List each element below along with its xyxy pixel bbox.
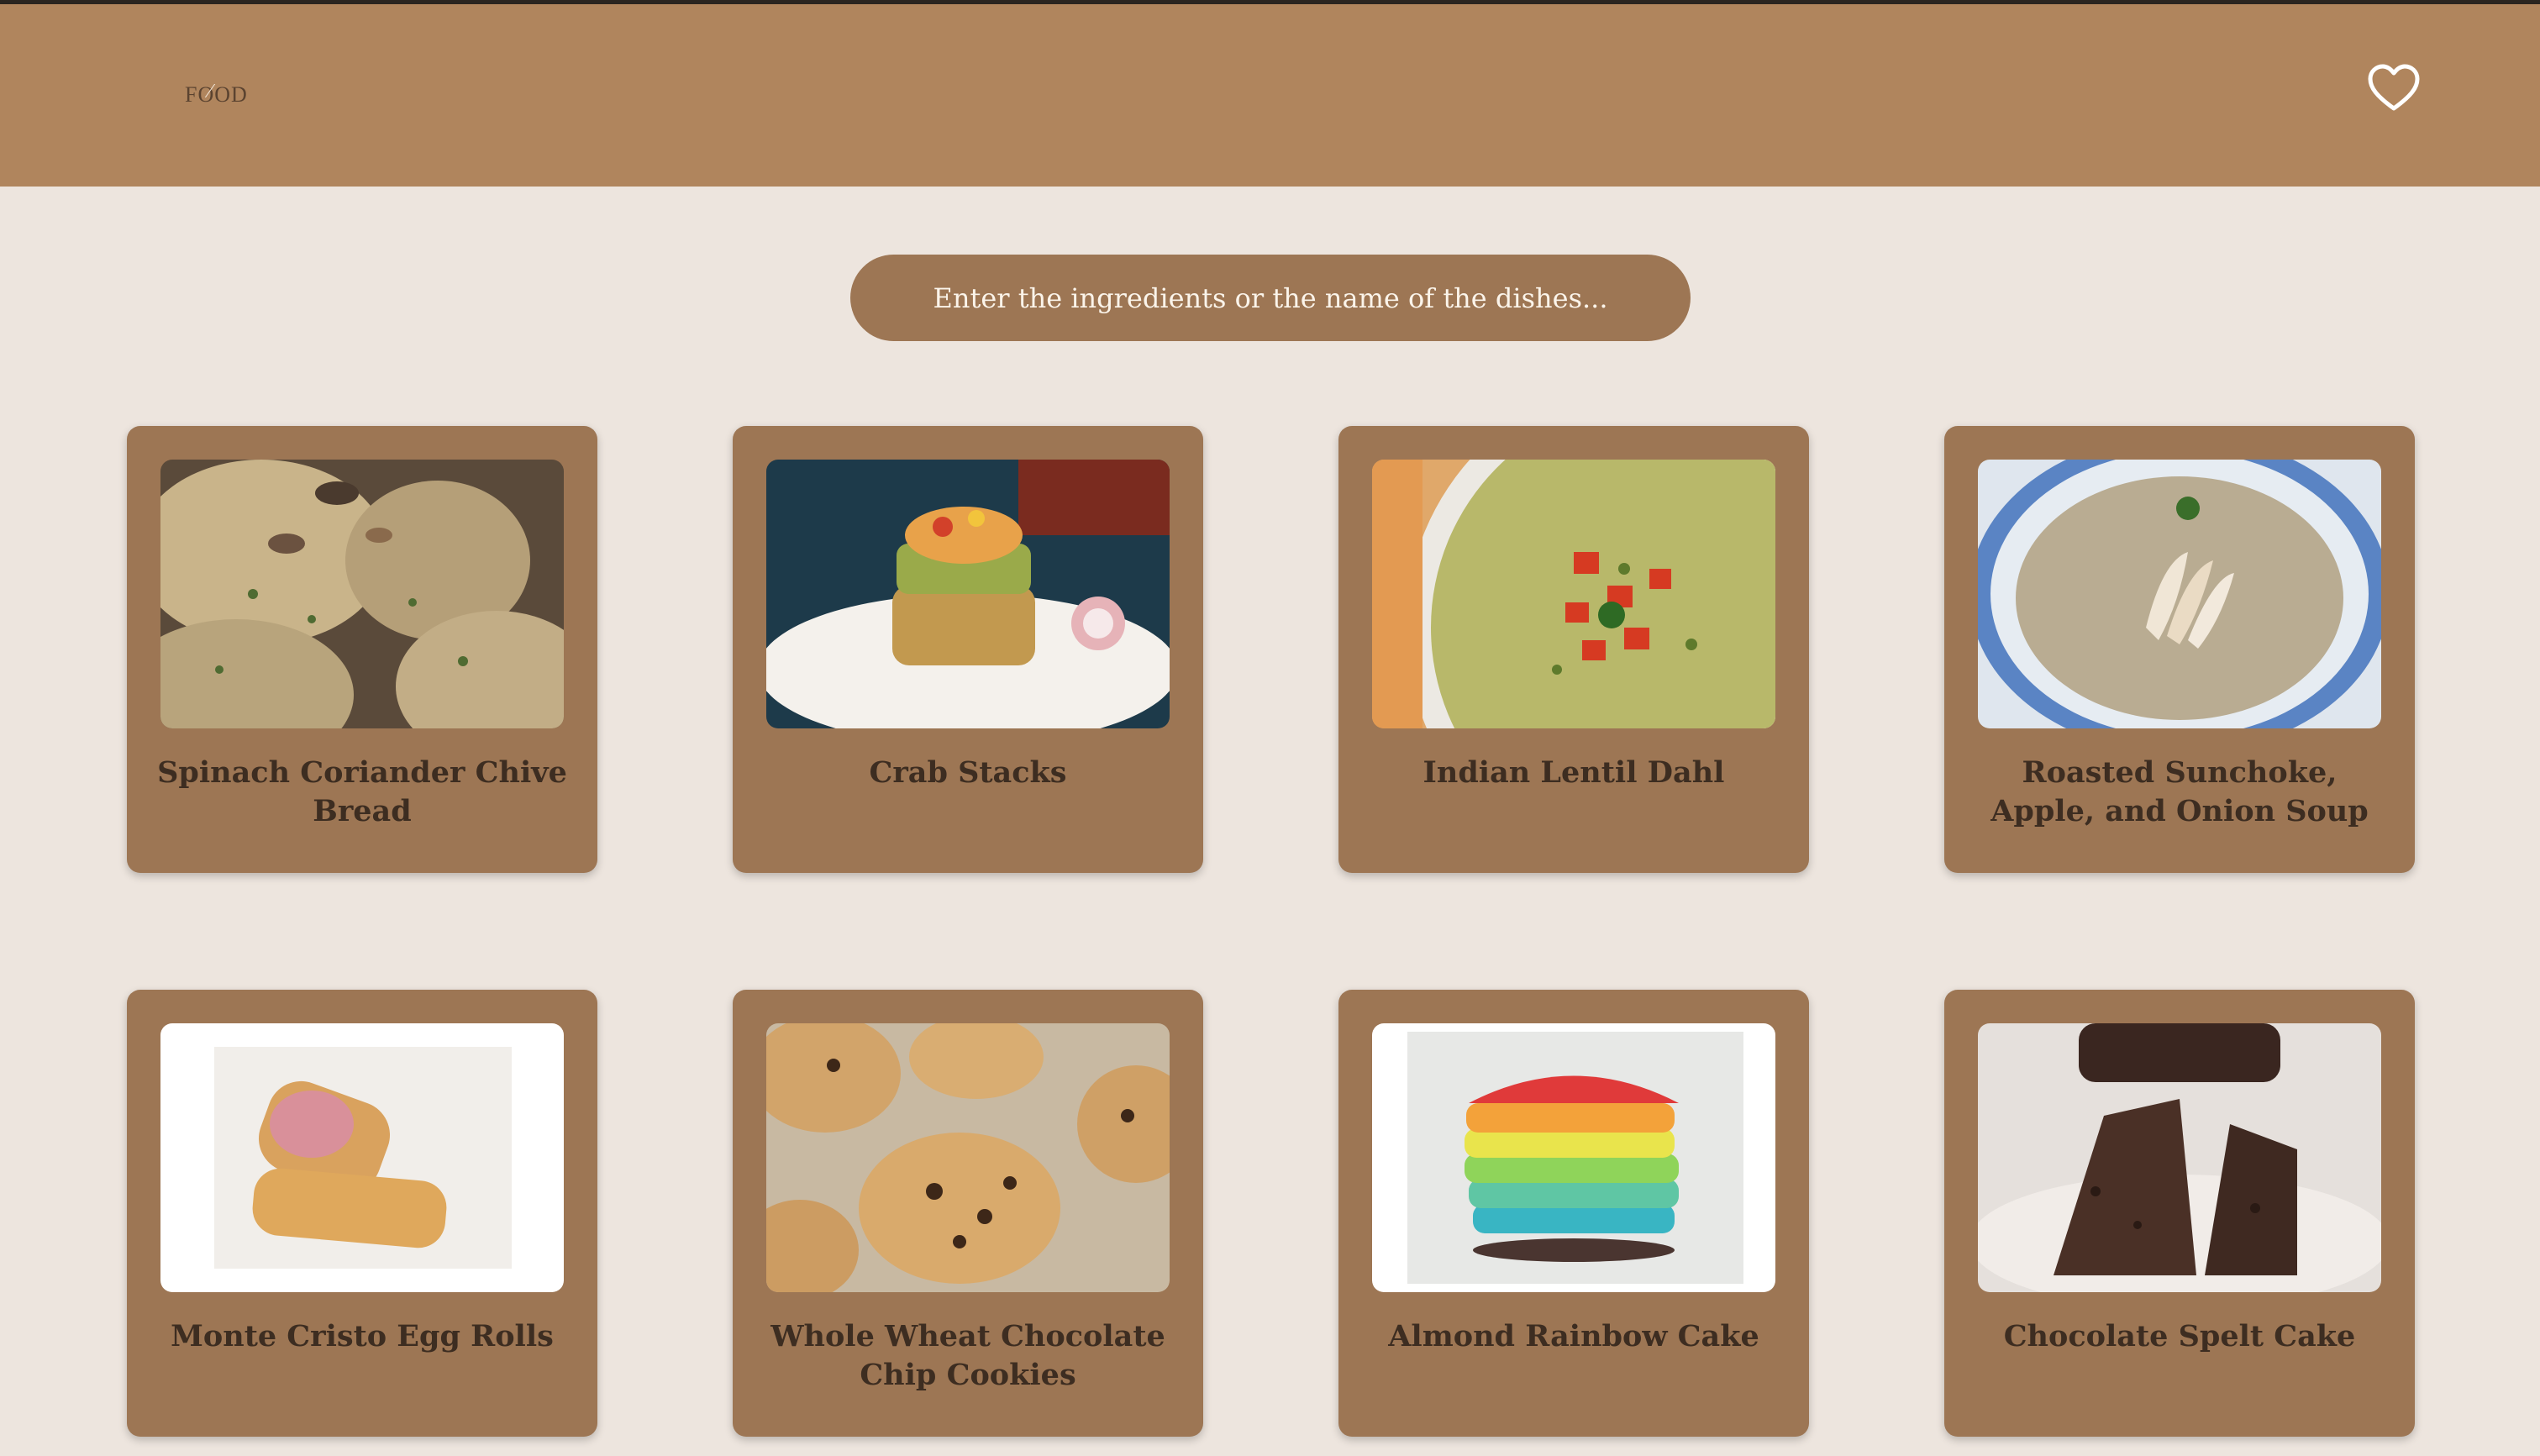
recipe-card[interactable]: Almond Rainbow Cake — [1338, 990, 1809, 1437]
recipe-title: Spinach Coriander Chive Bread — [157, 755, 567, 828]
logo-mark-icon: ⁄ — [208, 81, 213, 102]
recipe-title: Monte Cristo Egg Rolls — [171, 1319, 554, 1354]
header-bar: FOOD ⁄ — [0, 0, 2540, 187]
recipe-card[interactable]: Spinach Coriander Chive Bread — [127, 426, 597, 873]
recipe-image-egg-rolls[interactable] — [160, 1023, 564, 1292]
recipe-card[interactable]: Monte Cristo Egg Rolls — [127, 990, 597, 1437]
recipe-card[interactable]: Whole Wheat Chocolate Chip Cookies — [733, 990, 1203, 1437]
recipe-card[interactable]: Crab Stacks — [733, 426, 1203, 873]
recipe-title: Roasted Sunchoke, Apple, and Onion Soup — [1990, 755, 2369, 828]
recipe-image-rainbow-cake[interactable] — [1372, 1023, 1775, 1292]
recipe-card[interactable]: Roasted Sunchoke, Apple, and Onion Soup — [1944, 426, 2415, 873]
recipe-image-bread[interactable] — [160, 460, 564, 728]
recipe-title: Almond Rainbow Cake — [1388, 1319, 1759, 1354]
recipe-title: Crab Stacks — [869, 755, 1067, 790]
recipe-image-chocolate-cake[interactable] — [1978, 1023, 2381, 1292]
recipe-image-lentil-dahl[interactable] — [1372, 460, 1775, 728]
recipe-title: Whole Wheat Chocolate Chip Cookies — [770, 1319, 1165, 1392]
recipe-image-cookies[interactable] — [766, 1023, 1170, 1292]
favorites-heart-icon[interactable] — [2368, 64, 2420, 113]
recipe-card[interactable]: Indian Lentil Dahl — [1338, 426, 1809, 873]
logo-text: FOOD — [185, 82, 248, 107]
site-logo[interactable]: FOOD ⁄ — [185, 81, 257, 108]
recipe-title: Indian Lentil Dahl — [1423, 755, 1725, 790]
recipe-image-sunchoke-soup[interactable] — [1978, 460, 2381, 728]
recipe-title: Chocolate Spelt Cake — [2003, 1319, 2356, 1354]
search-input[interactable] — [850, 255, 1691, 341]
recipe-image-crab-stacks[interactable] — [766, 460, 1170, 728]
recipe-card[interactable]: Chocolate Spelt Cake — [1944, 990, 2415, 1437]
header-top-border — [0, 0, 2540, 4]
